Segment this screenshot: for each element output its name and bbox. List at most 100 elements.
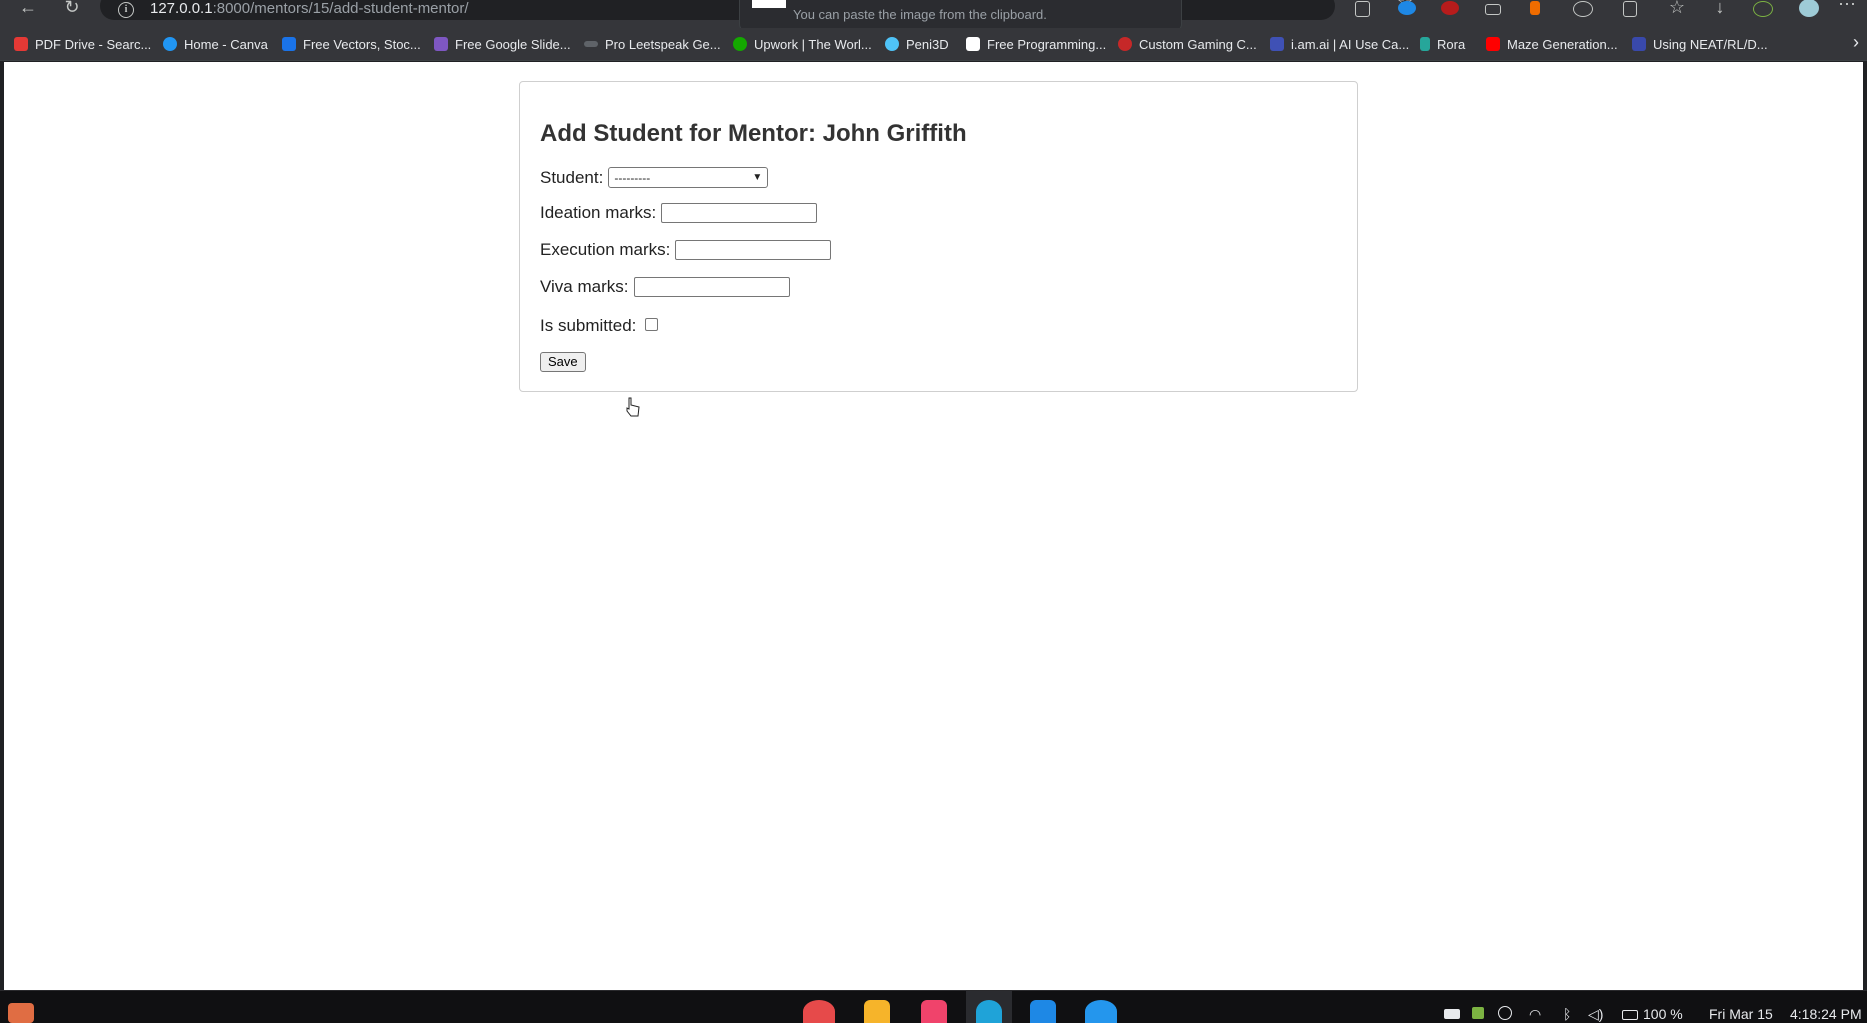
clipboard-image-thumbnail <box>752 0 786 8</box>
reload-icon[interactable]: ↻ <box>60 0 84 18</box>
shield-icon[interactable] <box>1472 1007 1484 1019</box>
battery-saver-icon[interactable] <box>1485 4 1501 15</box>
bookmark-label: PDF Drive - Searc... <box>35 36 152 52</box>
gaming-icon <box>1118 37 1132 51</box>
chevron-down-icon: ▼ <box>752 172 763 183</box>
student-select[interactable]: --------- ▼ <box>608 167 769 188</box>
docker-app-icon[interactable] <box>1085 1000 1117 1023</box>
bookmark-label: Free Vectors, Stoc... <box>303 36 421 52</box>
volume-icon[interactable]: ◁) <box>1588 1006 1603 1023</box>
peni3d-icon <box>885 37 899 51</box>
settings-tray-icon[interactable] <box>1498 1006 1512 1020</box>
url-host: 127.0.0.1 <box>150 0 213 17</box>
bookmark-label: Free Programming... <box>987 36 1107 52</box>
profile-avatar[interactable] <box>1799 0 1819 17</box>
bookmark-leetspeak[interactable]: Pro Leetspeak Ge... <box>584 34 721 54</box>
bookmark-google-slides[interactable]: Free Google Slide... <box>434 34 571 54</box>
bookmark-label: Home - Canva <box>184 36 268 52</box>
page-viewport: Add Student for Mentor: John Griffith St… <box>4 62 1863 990</box>
bookmark-label: Upwork | The Worl... <box>754 36 872 52</box>
bookmark-free-programming[interactable]: Free Programming... <box>966 34 1106 54</box>
bookmark-peni3d[interactable]: Peni3D <box>885 34 949 54</box>
execution-label: Execution marks: <box>540 240 671 259</box>
bookmark-pdf-drive[interactable]: PDF Drive - Searc... <box>14 34 151 54</box>
neat-icon <box>1632 37 1646 51</box>
info-icon[interactable]: i <box>118 2 134 18</box>
ideation-label: Ideation marks: <box>540 203 657 222</box>
student-label: Student: <box>540 167 604 187</box>
more-menu-icon[interactable]: ⋯ <box>1835 0 1859 15</box>
split-screen-icon[interactable] <box>1623 1 1637 17</box>
screenshot-app-icon[interactable] <box>803 1000 835 1023</box>
url-text[interactable]: 127.0.0.1:8000/mentors/15/add-student-me… <box>150 0 469 17</box>
files-app-icon[interactable] <box>864 1000 890 1023</box>
bookmark-upwork[interactable]: Upwork | The Worl... <box>733 34 872 54</box>
bookmark-maze-generation[interactable]: Maze Generation... <box>1486 34 1618 54</box>
browser-toolbar: ← ↻ i 127.0.0.1:8000/mentors/15/add-stud… <box>0 0 1867 32</box>
student-selected-value: --------- <box>614 170 651 185</box>
execution-row: Execution marks: <box>540 240 832 260</box>
bookmark-label: Free Google Slide... <box>455 36 571 52</box>
ublock-icon[interactable] <box>1441 1 1459 15</box>
wifi-icon[interactable]: ◠ <box>1529 1006 1541 1023</box>
freepik-icon <box>282 37 296 51</box>
vscode-icon[interactable] <box>1030 1000 1056 1023</box>
extension-icon[interactable] <box>1530 1 1540 15</box>
docker-tray-icon[interactable] <box>1444 1009 1460 1019</box>
bookmark-canva[interactable]: Home - Canva <box>163 34 268 54</box>
extensions-puzzle-icon[interactable] <box>1573 1 1593 17</box>
launcher-icon[interactable] <box>8 1003 34 1023</box>
back-icon[interactable]: ← <box>16 0 40 18</box>
hand-cursor-icon <box>626 397 640 417</box>
battery-icon[interactable] <box>1622 1010 1638 1020</box>
bookmark-label: Rora <box>1437 36 1466 52</box>
submitted-label: Is submitted: <box>540 316 637 335</box>
bookmark-rora[interactable]: Rora <box>1420 34 1465 54</box>
os-taskbar: ◠ ᛒ ◁) 100 % Fri Mar 15 4:18:24 PM <box>0 990 1867 1023</box>
bookmark-custom-gaming[interactable]: Custom Gaming C... <box>1118 34 1257 54</box>
student-row: Student: --------- ▼ <box>540 167 769 188</box>
submitted-row: Is submitted: <box>540 316 659 336</box>
is-submitted-checkbox[interactable] <box>645 318 659 331</box>
bookmark-label: Peni3D <box>906 36 949 52</box>
downloads-icon[interactable]: ↓ <box>1708 0 1732 18</box>
form-card: Add Student for Mentor: John Griffith St… <box>519 81 1358 392</box>
clock-label[interactable]: 4:18:24 PM <box>1790 1006 1862 1022</box>
paste-hint-text: You can paste the image from the clipboa… <box>793 7 1047 22</box>
viva-row: Viva marks: <box>540 277 790 297</box>
iamai-icon <box>1270 37 1284 51</box>
canva-icon <box>163 37 177 51</box>
bookmark-iamai[interactable]: i.am.ai | AI Use Ca... <box>1270 34 1409 54</box>
music-app-icon[interactable] <box>921 1000 947 1023</box>
ideation-row: Ideation marks: <box>540 203 818 223</box>
performance-icon[interactable] <box>1753 1 1773 17</box>
slidesgo-icon <box>434 37 448 51</box>
bookmark-label: Maze Generation... <box>1507 36 1618 52</box>
bookmarks-bar: PDF Drive - Searc... Home - Canva Free V… <box>0 28 1867 61</box>
viva-marks-input[interactable] <box>633 277 790 297</box>
programming-icon <box>966 37 980 51</box>
upwork-icon <box>733 37 747 51</box>
bookmark-label: Using NEAT/RL/D... <box>1653 36 1768 52</box>
bookmark-label: Custom Gaming C... <box>1139 36 1257 52</box>
leetspeak-icon <box>584 41 598 47</box>
viva-label: Viva marks: <box>540 277 629 296</box>
battery-percentage: 100 % <box>1643 1006 1683 1022</box>
url-path: :8000/mentors/15/add-student-mentor/ <box>212 0 469 17</box>
save-button[interactable]: Save <box>540 352 586 372</box>
edge-copilot-icon[interactable] <box>1398 1 1416 15</box>
bookmark-using-neat[interactable]: Using NEAT/RL/D... <box>1632 34 1768 54</box>
edge-browser-icon[interactable] <box>976 1000 1002 1023</box>
reading-list-icon[interactable] <box>1355 1 1370 17</box>
bluetooth-icon[interactable]: ᛒ <box>1563 1006 1571 1022</box>
execution-marks-input[interactable] <box>675 240 832 260</box>
page-title: Add Student for Mentor: John Griffith <box>540 120 967 147</box>
favorites-icon[interactable]: ☆ <box>1665 0 1689 18</box>
chevron-right-icon[interactable]: › <box>1853 32 1859 53</box>
bookmark-label: Pro Leetspeak Ge... <box>605 36 721 52</box>
bookmark-free-vectors[interactable]: Free Vectors, Stoc... <box>282 34 421 54</box>
bookmark-label: i.am.ai | AI Use Ca... <box>1291 36 1410 52</box>
rora-icon <box>1420 37 1430 51</box>
date-label[interactable]: Fri Mar 15 <box>1709 1006 1773 1022</box>
ideation-marks-input[interactable] <box>661 203 818 223</box>
